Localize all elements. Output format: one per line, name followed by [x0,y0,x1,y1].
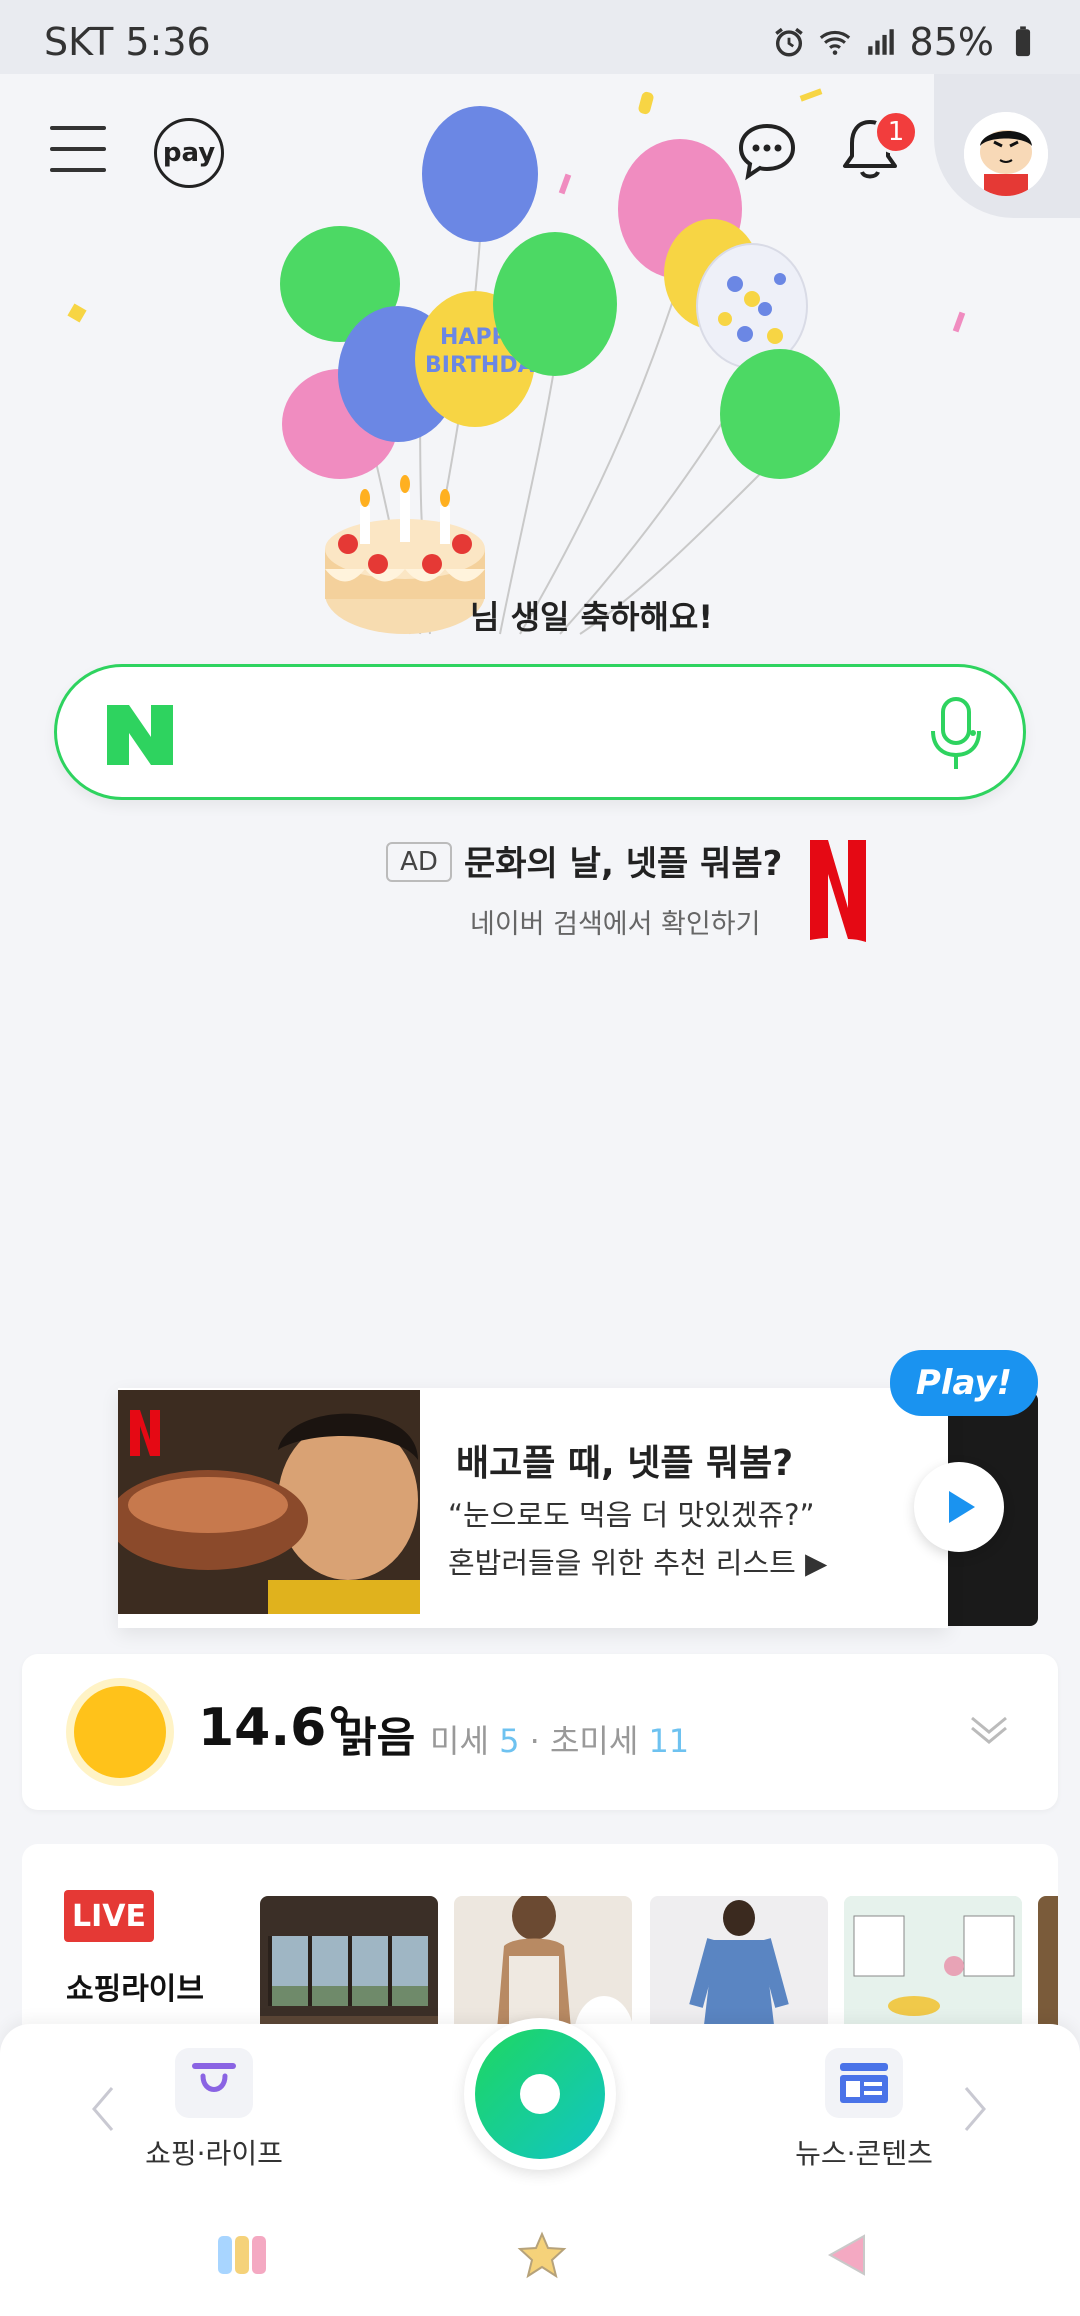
cake-icon [325,475,485,634]
sun-icon [74,1686,166,1778]
birthday-message: 님 생일 축하해요! [470,598,713,636]
status-bar: SKT 5:36 85% [0,0,1080,74]
chevron-down-icon[interactable] [966,1706,1012,1752]
back-icon[interactable] [820,2230,876,2280]
battery-percent: 85% [909,20,994,64]
air-quality: 미세 5 · 초미세 11 [430,1716,689,1762]
ad-subtitle[interactable]: 네이버 검색에서 확인하기 [470,902,760,941]
pay-button[interactable]: pay [154,118,224,188]
promo-link[interactable]: 혼밥러들을 위한 추천 리스트 ▶ [448,1540,827,1582]
naver-n-icon [107,705,173,765]
avatar-container[interactable] [934,74,1080,218]
ultra-fine-value: 11 [648,1722,690,1760]
green-dot-button[interactable] [464,2018,616,2170]
search-bar[interactable] [54,664,1026,800]
weather-condition: 맑음 [338,1713,416,1762]
separator: · [529,1722,540,1760]
signal-icon [867,29,894,55]
shopping-live-title[interactable]: 쇼핑라이브 [66,1964,204,2008]
news-icon [825,2048,903,2118]
wifi-icon [819,30,850,55]
chat-icon[interactable] [736,120,798,182]
system-navigation-bar [0,2190,1080,2316]
nav-news-content[interactable]: 뉴스·콘텐츠 [764,2048,964,2178]
mic-icon[interactable] [925,695,987,773]
top-header: pay 1 [0,74,1080,234]
promo-card[interactable]: 배고플 때, 넷플 뭐봄? “눈으로도 먹음 더 맛있겠쥬?” 혼밥러들을 위한… [118,1388,948,1628]
play-button[interactable] [914,1462,1004,1552]
battery-icon [1015,26,1031,57]
menu-icon[interactable] [50,126,106,172]
temperature: 14.6° [198,1698,353,1758]
play-icon [949,1491,975,1523]
home-star-icon[interactable] [514,2230,570,2280]
fine-dust-label: 미세 [430,1722,489,1760]
promo-quote: “눈으로도 먹음 더 맛있겠쥬?” [448,1498,815,1532]
nav-shopping-life-label: 쇼핑·라이프 [145,2137,283,2170]
recents-icon[interactable] [214,2230,270,2280]
nav-shopping-life[interactable]: 쇼핑·라이프 [114,2048,314,2178]
chevron-right-icon[interactable] [960,2084,990,2134]
weather-card[interactable]: 14.6° 맑음 미세 5 · 초미세 11 [22,1654,1058,1810]
bottom-navigation: 쇼핑·라이프 뉴스·콘텐츠 [0,2018,1080,2190]
carrier-time: SKT 5:36 [44,20,211,64]
live-badge: LIVE [64,1890,154,1942]
promo-thumbnail [118,1390,420,1614]
status-icons: 85% [772,20,1040,64]
nav-news-content-label: 뉴스·콘텐츠 [795,2137,933,2170]
alarm-icon [774,27,803,57]
promo-title: 배고플 때, 넷플 뭐봄? [456,1443,794,1484]
avatar[interactable] [964,112,1048,196]
ad-title[interactable]: 문화의 날, 넷플 뭐봄? [464,836,782,885]
fine-dust-value: 5 [499,1722,520,1760]
search-input[interactable] [207,697,907,769]
ad-badge: AD [386,842,452,882]
notification-badge: 1 [874,110,918,154]
ultra-fine-label: 초미세 [549,1722,639,1760]
netflix-icon[interactable] [808,838,868,944]
play-tag: Play! [890,1350,1038,1416]
shopping-bag-icon [175,2048,253,2118]
